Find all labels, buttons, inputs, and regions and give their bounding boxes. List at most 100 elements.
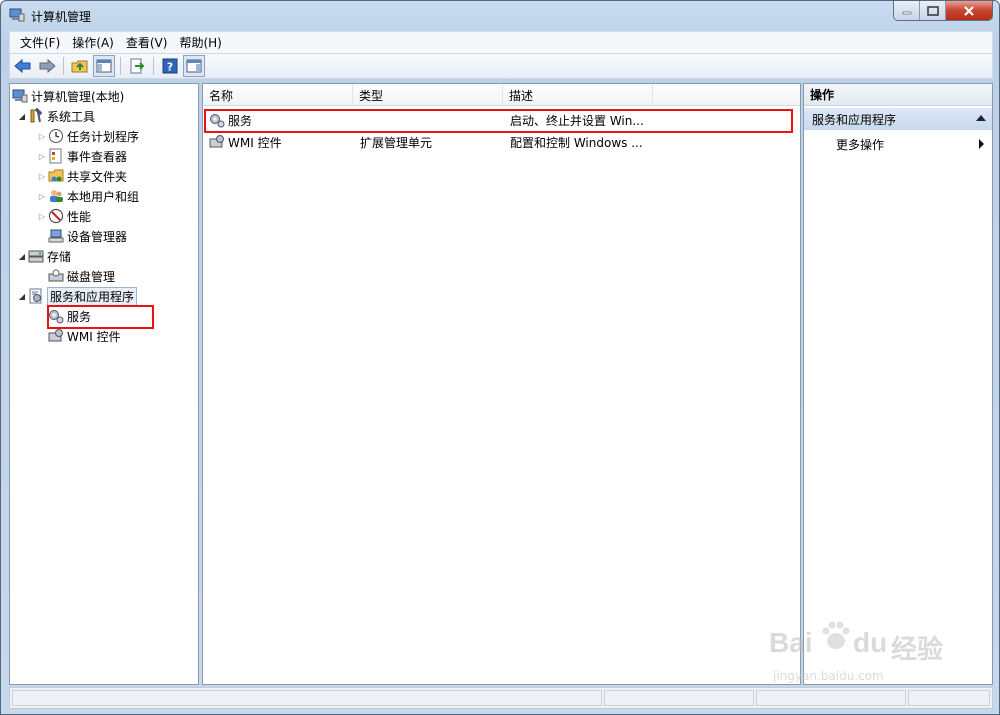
tree-item-label: WMI 控件 (67, 329, 121, 344)
tree-item-label: 共享文件夹 (67, 169, 128, 184)
computer-management-icon (9, 8, 25, 22)
toolbar-separator (120, 57, 121, 75)
close-icon (964, 5, 974, 16)
actions-header: 操作 (804, 84, 992, 106)
collapsed-arrow-icon[interactable]: ▷ (36, 132, 48, 141)
watermark-jingyan: 经验 (891, 635, 944, 665)
expanded-arrow-icon[interactable]: ◢ (16, 252, 28, 261)
watermark-brand: Bai (769, 627, 813, 658)
tree-item-disk-management[interactable]: 磁盘管理 (48, 266, 115, 286)
tree-root-label: 计算机管理(本地) (31, 89, 125, 104)
minimize-icon (902, 11, 911, 14)
computer-management-icon (12, 89, 28, 103)
shared-folder-icon (48, 169, 64, 182)
collapse-up-icon[interactable] (976, 115, 986, 121)
help-icon: ? (162, 58, 178, 74)
watermark-url: jingyan.baidu.com (773, 669, 884, 683)
menu-action[interactable]: 操作(A) (66, 34, 120, 51)
tree-item-label: 服务和应用程序 (47, 286, 138, 306)
actions-group-label: 服务和应用程序 (812, 112, 897, 127)
highlight-box-list-services (204, 109, 793, 133)
tree-root[interactable]: 计算机管理(本地) (12, 86, 124, 106)
show-hide-tree-icon (96, 59, 112, 73)
menu-help[interactable]: 帮助(H) (173, 34, 227, 51)
storage-icon (28, 250, 44, 263)
highlight-box-tree-services (47, 305, 154, 329)
services-applications-icon (29, 288, 42, 304)
tree-item-local-users-groups[interactable]: ▷ 本地用户和组 (36, 186, 139, 206)
status-segment (12, 690, 602, 706)
menu-file[interactable]: 文件(F) (14, 34, 66, 51)
column-name[interactable]: 名称 (203, 84, 353, 106)
window-title: 计算机管理 (31, 10, 92, 24)
menu-view[interactable]: 查看(V) (120, 34, 174, 51)
toolbar: ? (9, 53, 993, 79)
expanded-arrow-icon[interactable]: ◢ (16, 292, 28, 301)
wmi-control-icon (209, 135, 224, 148)
tree-item-label: 设备管理器 (67, 229, 128, 244)
column-description[interactable]: 描述 (503, 84, 653, 106)
users-icon (50, 190, 63, 202)
disk-management-icon (48, 269, 64, 282)
tree-item-shared-folders[interactable]: ▷ 共享文件夹 (36, 166, 127, 186)
submenu-arrow-icon (979, 139, 984, 149)
actions-pane: 操作 服务和应用程序 更多操作 (803, 83, 993, 685)
tree-item-performance[interactable]: ▷ 性能 (36, 206, 91, 226)
event-log-icon (49, 148, 62, 164)
expanded-arrow-icon[interactable]: ◢ (16, 112, 28, 121)
collapsed-arrow-icon[interactable]: ▷ (36, 192, 48, 201)
caption-buttons (893, 1, 993, 21)
forward-button[interactable] (36, 55, 58, 77)
tree-item-system-tools[interactable]: ◢ 系统工具 (16, 106, 95, 126)
show-hide-action-pane-icon (186, 59, 202, 73)
list-row-wmi-control[interactable]: WMI 控件 扩展管理单元 配置和控制 Windows ... (203, 131, 800, 153)
performance-icon (49, 209, 63, 223)
tree-item-label: 磁盘管理 (67, 269, 116, 284)
tree-item-label: 本地用户和组 (67, 189, 140, 204)
up-one-level-button[interactable] (69, 55, 91, 77)
toolbar-separator (153, 57, 154, 75)
show-hide-action-pane-button[interactable] (183, 55, 205, 77)
more-actions-label: 更多操作 (836, 137, 885, 152)
tree-item-label: 任务计划程序 (67, 129, 140, 144)
svg-text:?: ? (167, 61, 173, 74)
maximize-icon (926, 5, 939, 16)
console-tree-pane[interactable]: 计算机管理(本地) ◢ 系统工具 ▷ 任务计划程序 ▷ 事件查看器 ▷ 共享文件… (9, 83, 199, 685)
collapsed-arrow-icon[interactable]: ▷ (36, 212, 48, 221)
tree-item-wmi-control[interactable]: WMI 控件 (48, 326, 121, 346)
tree-item-device-manager[interactable]: 设备管理器 (48, 226, 127, 246)
back-icon (14, 58, 31, 74)
close-button[interactable] (946, 1, 992, 20)
forward-icon (39, 58, 56, 74)
list-view-pane[interactable]: 名称 类型 描述 服务 启动、终止并设置 Win... WMI 控件 扩展管理单… (202, 83, 801, 685)
minimize-button[interactable] (894, 1, 920, 20)
back-button[interactable] (12, 55, 34, 77)
computer-management-window: 计算机管理 文件(F) 操作(A) 查看(V) 帮助(H) ? 计算机管理(本地… (0, 0, 1000, 715)
row-description: 配置和控制 Windows ... (510, 135, 643, 150)
tree-item-storage[interactable]: ◢ 存储 (16, 246, 71, 266)
paw-icon (822, 621, 850, 649)
title-bar[interactable]: 计算机管理 (1, 1, 999, 31)
collapsed-arrow-icon[interactable]: ▷ (36, 172, 48, 181)
tree-item-event-viewer[interactable]: ▷ 事件查看器 (36, 146, 127, 166)
status-segment (604, 690, 754, 706)
watermark-du: du (853, 627, 888, 658)
actions-group-services-applications[interactable]: 服务和应用程序 (804, 108, 992, 130)
help-button[interactable]: ? (159, 55, 181, 77)
more-actions-item[interactable]: 更多操作 (804, 133, 992, 155)
collapsed-arrow-icon[interactable]: ▷ (36, 152, 48, 161)
tree-item-label: 系统工具 (47, 109, 96, 124)
toolbar-separator (63, 57, 64, 75)
show-hide-console-tree-button[interactable] (93, 55, 115, 77)
row-type: 扩展管理单元 (360, 135, 433, 150)
tree-item-task-scheduler[interactable]: ▷ 任务计划程序 (36, 126, 139, 146)
tree-item-label: 存储 (47, 249, 72, 264)
column-type[interactable]: 类型 (353, 84, 503, 106)
export-list-button[interactable] (126, 55, 148, 77)
device-manager-icon (48, 229, 64, 243)
menu-bar: 文件(F) 操作(A) 查看(V) 帮助(H) (9, 31, 993, 53)
maximize-button[interactable] (920, 1, 946, 20)
export-list-icon (130, 58, 145, 74)
up-folder-icon (71, 60, 88, 73)
tree-item-services-applications[interactable]: ◢ 服务和应用程序 (16, 286, 138, 306)
